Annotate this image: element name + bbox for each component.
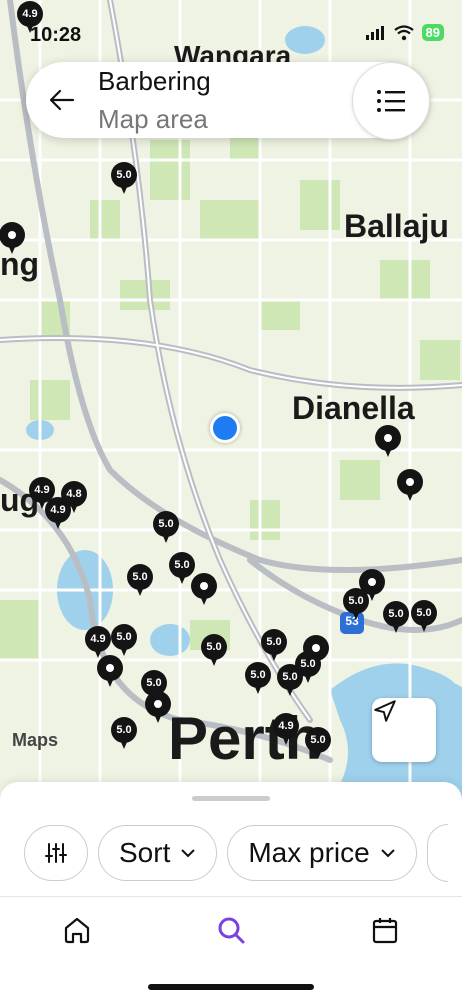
map-pin-rating: 5.0 (305, 727, 331, 753)
max-price-label: Max price (248, 837, 370, 868)
map-pin-rating: 4.9 (85, 626, 111, 652)
map-pin-rating: 4.9 (273, 713, 299, 739)
calendar-icon (372, 918, 398, 944)
map-pin-rating: 5.0 (261, 629, 287, 655)
list-view-button[interactable] (352, 62, 430, 140)
map-pin[interactable]: 5.0 (343, 588, 369, 622)
chevron-down-icon (381, 849, 395, 858)
map-pin-rating: 5.0 (127, 564, 153, 590)
attribution-text: Maps (12, 730, 59, 750)
map-pin-rating: 5.0 (111, 624, 137, 650)
map-pin-dot-icon (200, 582, 208, 590)
map-pin-rating: 5.0 (343, 588, 369, 614)
tab-bar-divider (0, 896, 462, 897)
tab-home[interactable] (47, 910, 107, 950)
map-pin[interactable]: 5.0 (111, 624, 137, 658)
map-pin[interactable] (97, 655, 123, 689)
map-pin[interactable]: 5.0 (245, 662, 271, 696)
map-label-dianella: Dianella (292, 390, 415, 426)
sort-label: Sort (119, 837, 171, 868)
location-arrow-icon (374, 700, 396, 722)
chevron-down-icon (181, 849, 196, 858)
status-bar: 10:28 89 (0, 0, 462, 60)
map-pin[interactable]: 5.0 (201, 634, 227, 668)
map-pin-rating: 4.9 (45, 497, 71, 523)
map-pin[interactable]: 4.9 (273, 713, 299, 747)
bottom-sheet: Sort Max price (0, 782, 462, 1000)
tab-appointments[interactable] (355, 910, 415, 950)
map-pin-dot-icon (384, 434, 392, 442)
map-pin-rating: 5.0 (383, 601, 409, 627)
map-pin[interactable]: 5.0 (153, 511, 179, 545)
map-pin-rating (0, 222, 25, 248)
tab-bar (0, 910, 462, 950)
map-pin-rating: 5.0 (153, 511, 179, 537)
apple-maps-attribution: Maps (12, 730, 58, 751)
map-pin[interactable]: 5.0 (127, 564, 153, 598)
back-button[interactable] (44, 82, 80, 118)
map-pin[interactable] (191, 573, 217, 607)
home-indicator (148, 984, 314, 990)
map-pin-rating: 5.0 (411, 600, 437, 626)
user-location-dot (210, 413, 240, 443)
wifi-icon (393, 24, 414, 40)
map-pin-rating: 5.0 (245, 662, 271, 688)
map-pin[interactable]: 5.0 (111, 717, 137, 751)
home-icon (64, 917, 90, 944)
filters-button[interactable] (24, 825, 88, 881)
list-icon (377, 90, 405, 112)
arrow-left-icon (49, 89, 75, 111)
search-bar[interactable]: Barbering Map area (26, 62, 430, 140)
map-pin[interactable] (375, 425, 401, 459)
map-pin[interactable] (397, 469, 423, 503)
tab-search[interactable] (201, 910, 261, 950)
map-pin[interactable]: 5.0 (411, 600, 437, 634)
map-pin[interactable]: 5.0 (383, 601, 409, 635)
map-pin-rating (191, 573, 217, 599)
sort-button[interactable]: Sort (98, 825, 218, 881)
cellular-signal-icon (365, 25, 384, 40)
map-pin-rating (375, 425, 401, 451)
status-time: 10:28 (30, 24, 82, 46)
map-pin-rating (97, 655, 123, 681)
map-pin[interactable] (145, 691, 171, 725)
map-pin[interactable]: 5.0 (305, 727, 331, 761)
map-label-ballajura: Ballaju (344, 208, 449, 244)
map-pin-dot-icon (8, 231, 16, 239)
map-pin-dot-icon (406, 478, 414, 486)
search-title: Barbering (98, 66, 211, 96)
filter-chips: Sort Max price (24, 824, 448, 882)
map-pin[interactable]: 5.0 (261, 629, 287, 663)
map-pin-rating (397, 469, 423, 495)
status-icons: 89 (365, 24, 444, 41)
map-pin-rating: 5.0 (201, 634, 227, 660)
map-pin-rating: 5.0 (111, 717, 137, 743)
map-pin[interactable]: 5.0 (295, 651, 321, 685)
map-pin-dot-icon (154, 700, 162, 708)
map-pin-rating: 5.0 (111, 162, 137, 188)
map-pin[interactable] (0, 222, 25, 256)
locate-me-button[interactable] (372, 698, 436, 762)
map-pin-rating (145, 691, 171, 717)
map-pin-rating: 5.0 (295, 651, 321, 677)
sheet-grabber[interactable] (192, 796, 270, 801)
map-pin[interactable]: 4.9 (45, 497, 71, 531)
max-price-button[interactable]: Max price (227, 825, 417, 881)
sliders-icon (45, 843, 67, 863)
search-subtitle: Map area (98, 104, 208, 134)
battery-indicator: 89 (421, 24, 444, 41)
map-pin-dot-icon (106, 664, 114, 672)
map-pin-dot-icon (368, 578, 376, 586)
search-icon (218, 917, 245, 944)
map-pin[interactable]: 5.0 (111, 162, 137, 196)
more-filter-chip[interactable] (426, 824, 448, 882)
